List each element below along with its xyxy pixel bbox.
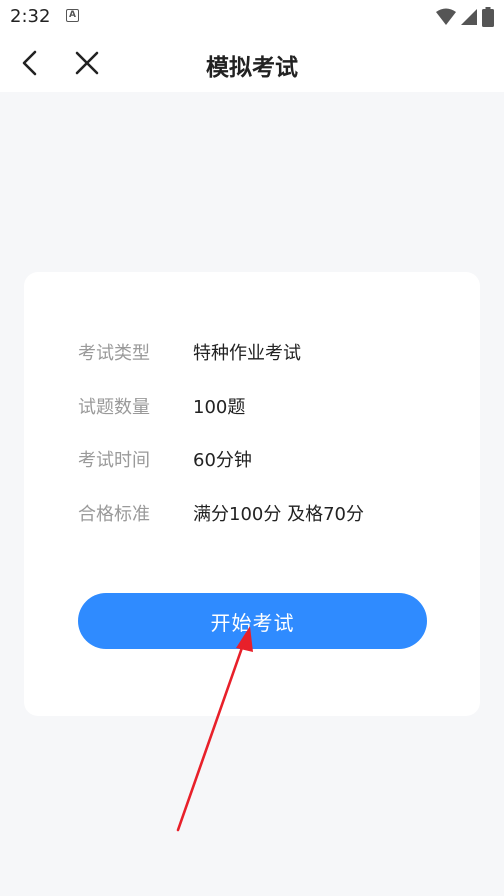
nav-bar: 模拟考试 [0,34,504,92]
page-title: 模拟考试 [206,55,298,81]
start-exam-button[interactable]: 开始考试 [78,593,427,649]
question-count-value: 100题 [193,397,246,418]
exam-duration-value: 60分钟 [193,450,252,471]
question-count-label: 试题数量 [78,397,150,418]
status-icons [436,7,494,27]
battery-icon [482,7,494,27]
a-icon: A [66,9,79,22]
pass-standard-value: 满分100分 及格70分 [193,504,364,525]
signal-icon [461,9,477,25]
status-bar: 2:32 A [0,0,504,34]
pass-standard-label: 合格标准 [78,504,150,525]
exam-type-label: 考试类型 [78,343,150,364]
wifi-icon [436,8,456,25]
exam-info-card: 考试类型 特种作业考试 试题数量 100题 考试时间 60分钟 合格标准 满分1… [24,272,480,716]
status-time: 2:32 [10,6,51,27]
exam-duration-label: 考试时间 [78,450,150,471]
exam-type-value: 特种作业考试 [193,343,301,364]
